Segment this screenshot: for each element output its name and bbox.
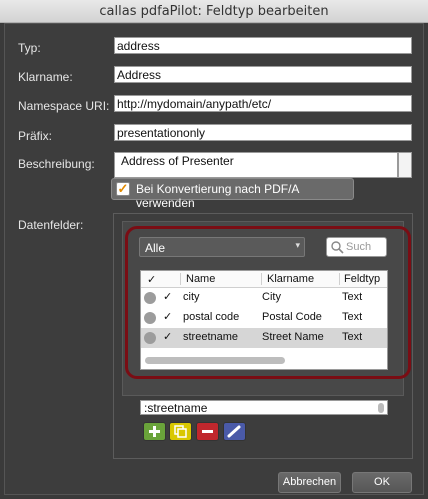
duplicate-icon	[174, 425, 187, 438]
edit-button[interactable]	[223, 422, 246, 441]
field-path-value: :streetname	[144, 401, 208, 415]
klarname-field[interactable]: Address	[114, 66, 412, 83]
typ-field[interactable]: address	[114, 37, 412, 54]
namespace-field[interactable]: http://mydomain/anypath/etc/	[114, 95, 412, 112]
beschreibung-field[interactable]: Address of Presenter	[114, 152, 398, 178]
cancel-button[interactable]: Abbrechen	[278, 472, 341, 493]
title-bar: callas pdfaPilot: Feldtyp bearbeiten	[0, 0, 428, 23]
remove-button[interactable]	[196, 422, 219, 441]
duplicate-button[interactable]	[169, 422, 192, 441]
convert-pdfa-option[interactable]: ✓ Bei Konvertierung nach PDF/A verwenden	[111, 178, 354, 210]
edit-icon	[227, 425, 241, 438]
beschreibung-label: Beschreibung:	[18, 157, 95, 171]
convert-pdfa-checkbox[interactable]: ✓	[116, 182, 130, 196]
add-button[interactable]	[143, 422, 166, 441]
path-scrollbar[interactable]	[378, 403, 384, 413]
window-title: callas pdfaPilot: Feldtyp bearbeiten	[99, 4, 329, 19]
highlight-ring	[125, 226, 411, 379]
praefix-field[interactable]: presentationonly	[114, 124, 412, 141]
add-icon	[149, 426, 160, 437]
beschreibung-scrollbar[interactable]	[398, 152, 412, 178]
remove-icon	[202, 430, 213, 433]
convert-pdfa-label: Bei Konvertierung nach PDF/A verwenden	[136, 182, 299, 210]
datenfelder-label: Datenfelder:	[18, 218, 84, 232]
typ-label: Typ:	[18, 41, 41, 55]
field-path-input[interactable]: :streetname	[140, 400, 388, 415]
klarname-label: Klarname:	[18, 70, 73, 84]
namespace-label: Namespace URI:	[18, 99, 110, 113]
praefix-label: Präfix:	[18, 129, 53, 143]
ok-button[interactable]: OK	[352, 472, 412, 493]
